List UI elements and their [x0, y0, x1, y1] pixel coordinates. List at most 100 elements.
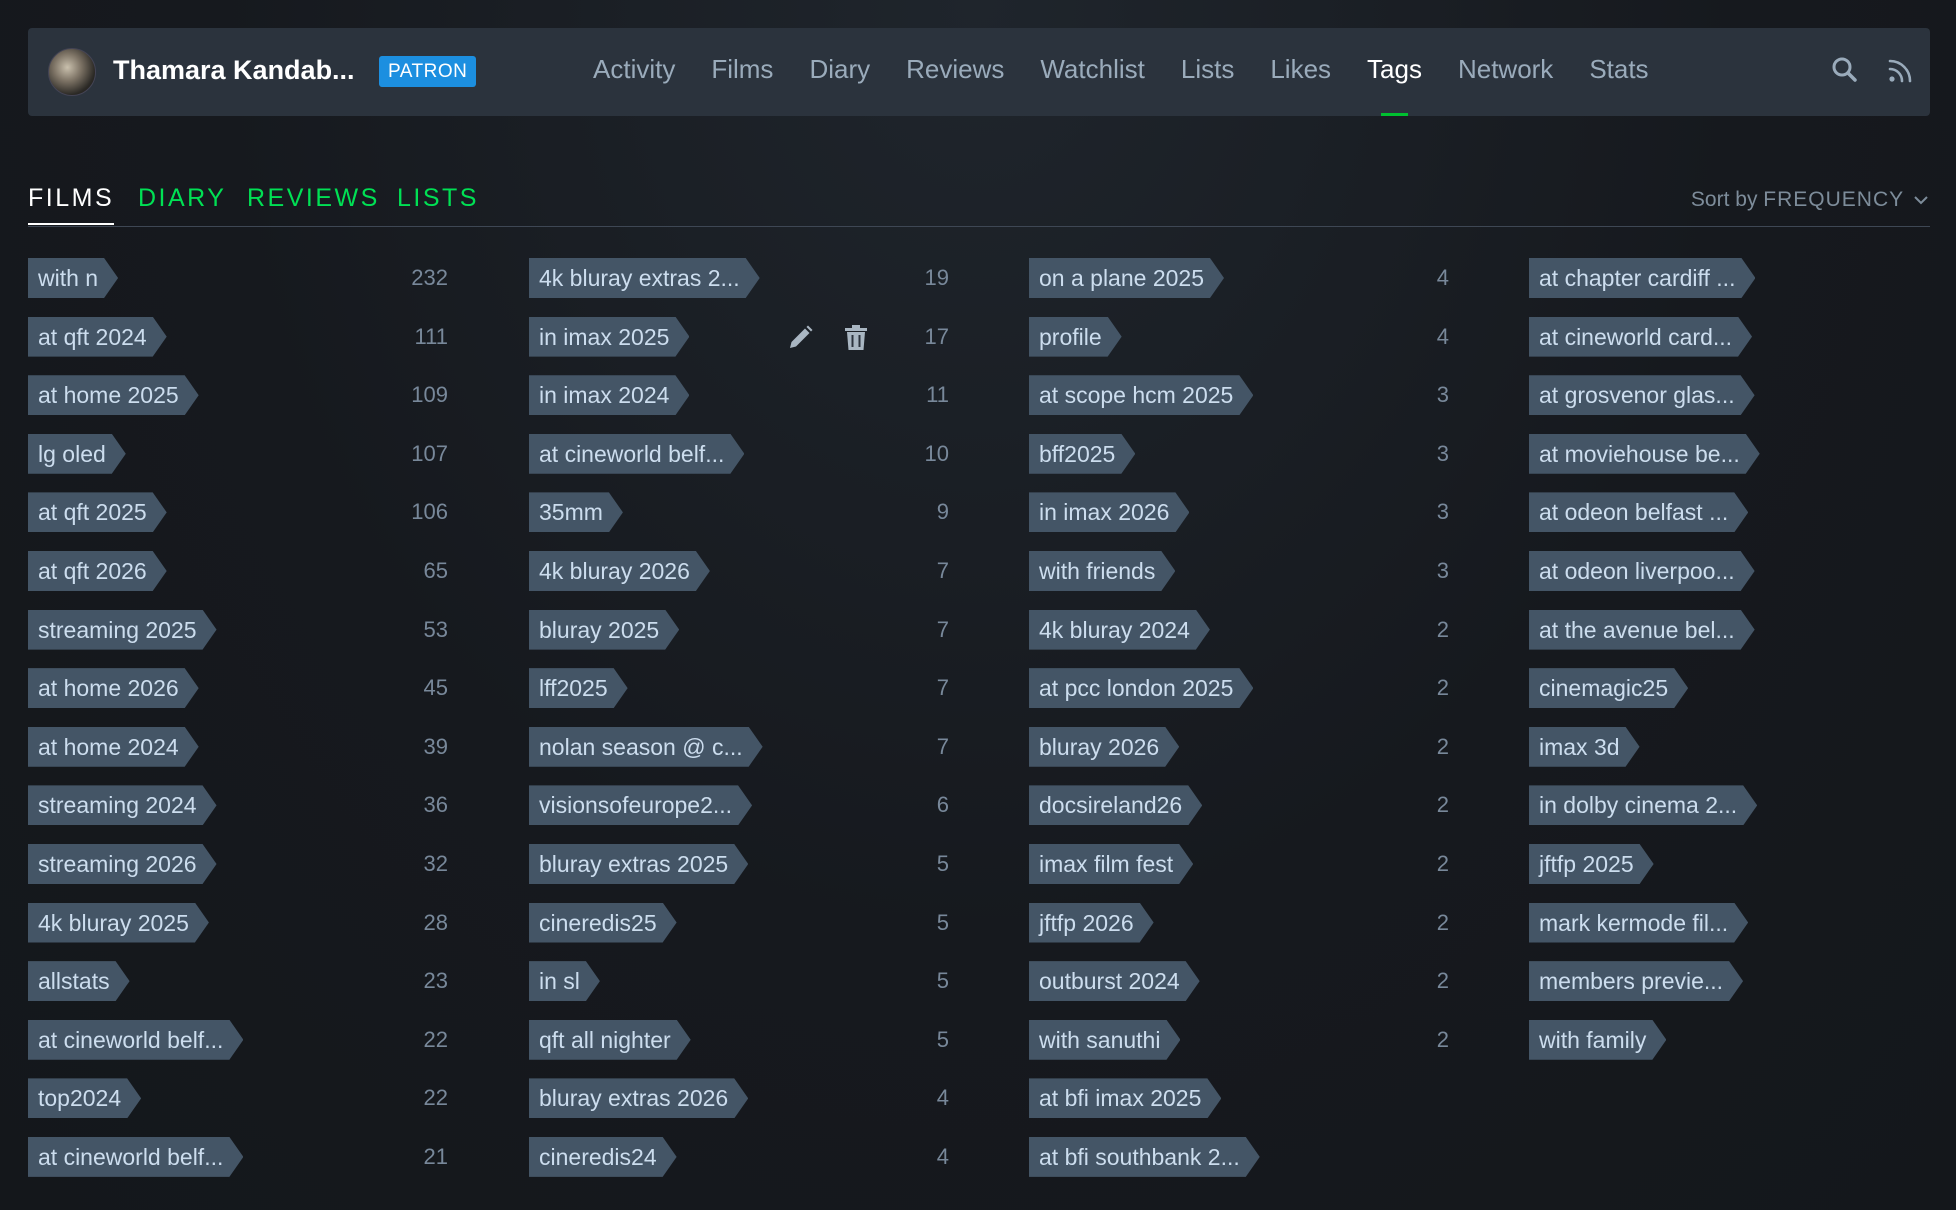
tag-link[interactable]: at bfi imax 2025 — [1029, 1078, 1221, 1118]
tag-link[interactable]: with friends — [1029, 551, 1175, 591]
tag-count[interactable]: 17 — [829, 317, 949, 357]
tag-count[interactable]: 5 — [829, 1020, 949, 1060]
tag-link[interactable]: jftfp 2026 — [1029, 903, 1154, 943]
nav-item-stats[interactable]: Stats — [1589, 54, 1648, 116]
tag-link[interactable]: with sanuthi — [1029, 1020, 1180, 1060]
rss-icon[interactable] — [1883, 54, 1917, 88]
tag-link[interactable]: at moviehouse be... — [1529, 434, 1760, 474]
tag-link[interactable]: lg oled — [28, 434, 126, 474]
tag-link[interactable]: at home 2026 — [28, 668, 199, 708]
tag-count[interactable]: 32 — [328, 844, 448, 884]
username[interactable]: Thamara Kandab... — [113, 55, 355, 86]
tag-link[interactable]: jftfp 2025 — [1529, 844, 1654, 884]
nav-item-tags[interactable]: Tags — [1367, 54, 1422, 116]
tag-link[interactable]: docsireland26 — [1029, 785, 1202, 825]
tag-link[interactable]: at the avenue bel... — [1529, 610, 1755, 650]
tag-link[interactable]: at home 2025 — [28, 375, 199, 415]
tag-link[interactable]: with family — [1529, 1020, 1666, 1060]
tag-count[interactable]: 5 — [829, 903, 949, 943]
tab-lists[interactable]: LISTS — [397, 184, 479, 213]
tab-diary[interactable]: DIARY — [138, 184, 226, 213]
tag-link[interactable]: at odeon liverpoo... — [1529, 551, 1755, 591]
tag-count[interactable]: 4 — [1329, 258, 1449, 298]
edit-pencil-icon[interactable] — [783, 321, 817, 355]
tag-count[interactable]: 5 — [829, 961, 949, 1001]
tag-link[interactable]: at cineworld belf... — [28, 1020, 243, 1060]
tag-count[interactable]: 4 — [1329, 317, 1449, 357]
tag-link[interactable]: streaming 2026 — [28, 844, 217, 884]
tag-link[interactable]: at scope hcm 2025 — [1029, 375, 1253, 415]
tag-count[interactable]: 106 — [328, 492, 448, 532]
tag-count[interactable]: 19 — [829, 258, 949, 298]
tag-count[interactable]: 7 — [829, 727, 949, 767]
tag-link[interactable]: cinemagic25 — [1529, 668, 1688, 708]
tag-link[interactable]: imax 3d — [1529, 727, 1640, 767]
tag-link[interactable]: streaming 2025 — [28, 610, 217, 650]
tag-count[interactable]: 22 — [328, 1078, 448, 1118]
tag-count[interactable]: 28 — [328, 903, 448, 943]
tag-count[interactable]: 45 — [328, 668, 448, 708]
tag-count[interactable]: 9 — [829, 492, 949, 532]
nav-item-network[interactable]: Network — [1458, 54, 1553, 116]
tag-count[interactable]: 3 — [1329, 551, 1449, 591]
tag-count[interactable]: 4 — [829, 1137, 949, 1177]
tag-count[interactable]: 2 — [1329, 844, 1449, 884]
tag-link[interactable]: at qft 2025 — [28, 492, 167, 532]
tag-link[interactable]: 4k bluray 2024 — [1029, 610, 1210, 650]
tag-link[interactable]: in sl — [529, 961, 600, 1001]
nav-item-films[interactable]: Films — [711, 54, 773, 116]
tag-count[interactable]: 10 — [829, 434, 949, 474]
tag-link[interactable]: at bfi southbank 2... — [1029, 1137, 1260, 1177]
nav-item-reviews[interactable]: Reviews — [906, 54, 1004, 116]
tag-link[interactable]: streaming 2024 — [28, 785, 217, 825]
tag-count[interactable]: 39 — [328, 727, 448, 767]
tag-count[interactable]: 2 — [1329, 668, 1449, 708]
tag-count[interactable]: 7 — [829, 610, 949, 650]
tag-link[interactable]: in imax 2025 — [529, 317, 689, 357]
tag-count[interactable]: 3 — [1329, 375, 1449, 415]
nav-item-likes[interactable]: Likes — [1270, 54, 1331, 116]
avatar[interactable] — [48, 48, 96, 96]
tag-link[interactable]: at cineworld belf... — [529, 434, 744, 474]
tag-link[interactable]: qft all nighter — [529, 1020, 691, 1060]
tag-link[interactable]: at chapter cardiff ... — [1529, 258, 1755, 298]
tag-count[interactable]: 53 — [328, 610, 448, 650]
tag-link[interactable]: in dolby cinema 2... — [1529, 785, 1757, 825]
nav-item-diary[interactable]: Diary — [809, 54, 870, 116]
tag-count[interactable]: 11 — [829, 375, 949, 415]
tag-count[interactable]: 232 — [328, 258, 448, 298]
tag-link[interactable]: 4k bluray 2025 — [28, 903, 209, 943]
tag-count[interactable]: 65 — [328, 551, 448, 591]
tag-link[interactable]: cineredis25 — [529, 903, 677, 943]
tag-link[interactable]: at pcc london 2025 — [1029, 668, 1253, 708]
tag-link[interactable]: bluray extras 2025 — [529, 844, 748, 884]
tag-link[interactable]: at qft 2026 — [28, 551, 167, 591]
tag-count[interactable]: 2 — [1329, 903, 1449, 943]
tag-link[interactable]: at cineworld belf... — [28, 1137, 243, 1177]
nav-item-lists[interactable]: Lists — [1181, 54, 1234, 116]
tag-count[interactable]: 2 — [1329, 727, 1449, 767]
tag-link[interactable]: cineredis24 — [529, 1137, 677, 1177]
tag-count[interactable]: 5 — [829, 844, 949, 884]
tag-link[interactable]: on a plane 2025 — [1029, 258, 1224, 298]
tag-link[interactable]: profile — [1029, 317, 1122, 357]
tag-link[interactable]: in imax 2024 — [529, 375, 689, 415]
tag-count[interactable]: 36 — [328, 785, 448, 825]
search-icon[interactable] — [1828, 54, 1862, 88]
tag-link[interactable]: bluray 2026 — [1029, 727, 1179, 767]
tag-link[interactable]: with n — [28, 258, 118, 298]
tag-link[interactable]: top2024 — [28, 1078, 141, 1118]
tag-link[interactable]: at home 2024 — [28, 727, 199, 767]
sort-dropdown[interactable]: Sort by FREQUENCY — [1691, 188, 1930, 212]
tag-link[interactable]: visionsofeurope2... — [529, 785, 752, 825]
tag-link[interactable]: bff2025 — [1029, 434, 1135, 474]
tag-link[interactable]: outburst 2024 — [1029, 961, 1200, 1001]
tag-count[interactable]: 107 — [328, 434, 448, 474]
tag-link[interactable]: bluray 2025 — [529, 610, 679, 650]
tag-count[interactable]: 109 — [328, 375, 448, 415]
tag-link[interactable]: 4k bluray 2026 — [529, 551, 710, 591]
tag-count[interactable]: 4 — [829, 1078, 949, 1118]
nav-item-activity[interactable]: Activity — [593, 54, 675, 116]
tag-link[interactable]: at grosvenor glas... — [1529, 375, 1755, 415]
tag-count[interactable]: 23 — [328, 961, 448, 1001]
